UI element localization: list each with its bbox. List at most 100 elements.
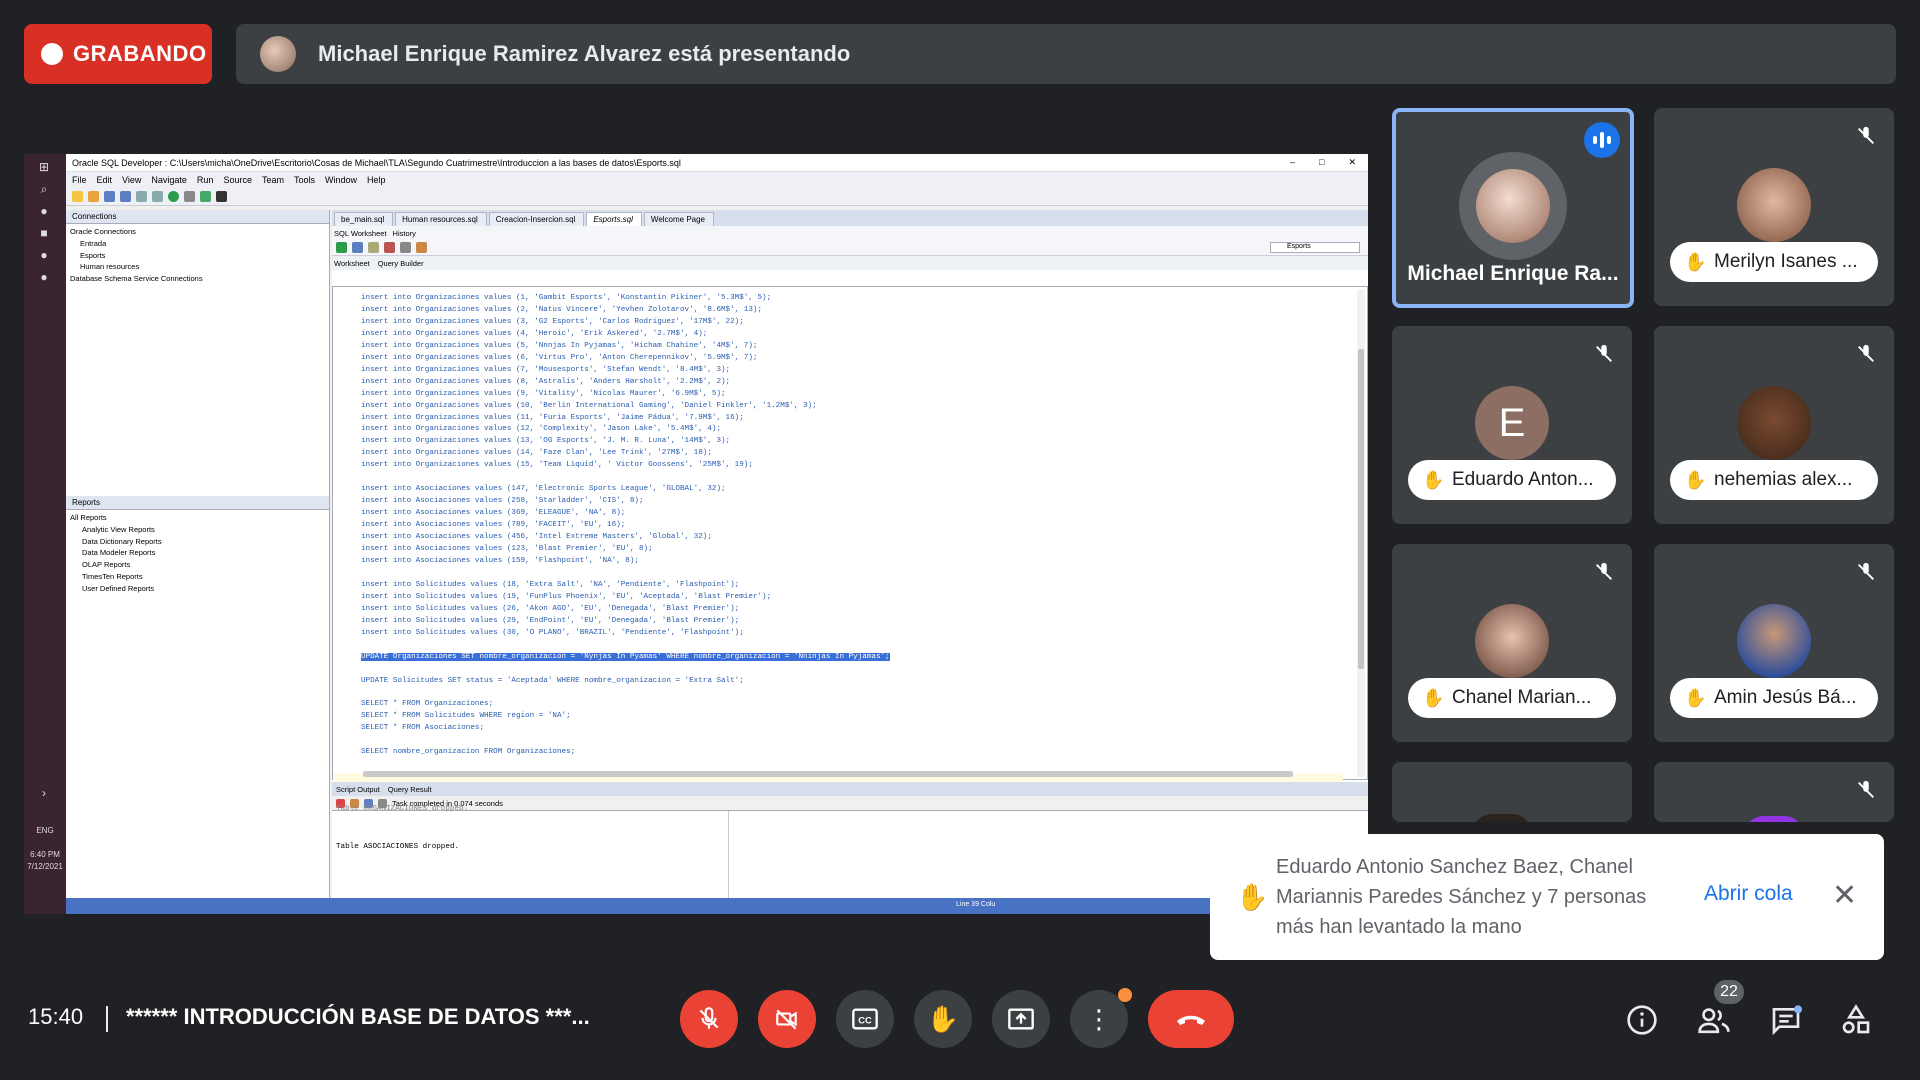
participant-tile[interactable]: ✋ nehemias alex... <box>1654 326 1894 524</box>
discord-icon: ● <box>40 248 48 262</box>
activities-button[interactable] <box>1836 1000 1876 1040</box>
subtab-history: History <box>392 228 416 238</box>
meeting-title[interactable]: ****** INTRODUCCIÓN BASE DE DATOS ***... <box>126 1004 626 1030</box>
menu-view: View <box>122 175 142 185</box>
output-line: Table ORGANIZACIONES dropped. <box>336 805 469 813</box>
doc-tab-active: Esports.sql <box>586 212 642 226</box>
tree-item: Analytic View Reports <box>82 524 155 534</box>
app-icon: ■ <box>40 226 48 240</box>
code-line: insert into Organizaciones values (3, 'G… <box>361 317 744 326</box>
mic-off-icon <box>1852 340 1880 368</box>
code-line: UPDATE Solicitudes SET status = 'Aceptad… <box>361 676 744 685</box>
avatar <box>1737 604 1811 678</box>
code-line: UPDATE Organizaciones SET nombre_organiz… <box>361 652 890 661</box>
avatar <box>1737 168 1811 242</box>
run-icon <box>200 191 211 202</box>
more-options-button[interactable]: ⋮ <box>1070 988 1132 1048</box>
output-tabs: Script Output Query Result <box>332 782 1368 796</box>
info-icon <box>1627 1005 1657 1035</box>
participant-name-pill: ✋ Amin Jesús Bá... <box>1670 678 1878 718</box>
ide-status-bar: Line 39 Colu <box>66 898 1368 914</box>
tab-worksheet: Worksheet <box>334 258 370 268</box>
editor-area: be_main.sql Human resources.sql Creacion… <box>332 210 1368 914</box>
output-line: Table ASOCIACIONES dropped. <box>336 843 460 851</box>
presenter-text: Michael Enrique Ramirez Alvarez está pre… <box>318 41 851 66</box>
raised-hand-icon: ✋ <box>1422 687 1445 708</box>
document-tabs: be_main.sql Human resources.sql Creacion… <box>332 210 1368 226</box>
ide-toolbar <box>66 188 1368 206</box>
sql-editor: insert into Organizaciones values (1, 'G… <box>332 286 1368 785</box>
menu-tools: Tools <box>293 175 315 185</box>
eraser-icon <box>416 242 427 253</box>
browser-icon: ● <box>40 204 48 218</box>
code-line: insert into Solicitudes values (30, 'O P… <box>361 628 744 637</box>
explain-icon <box>400 242 411 253</box>
notification-dot <box>1118 988 1132 1002</box>
code-line: insert into Organizaciones values (14, '… <box>361 449 712 458</box>
gear-icon <box>184 191 195 202</box>
people-icon <box>1698 1008 1730 1034</box>
clock-date: 7/12/2021 <box>27 862 63 871</box>
tree-item: All Reports <box>70 513 107 522</box>
captions-button[interactable]: CC <box>836 990 894 1048</box>
commit-icon <box>368 242 379 253</box>
code-line: insert into Organizaciones values (8, 'A… <box>361 377 731 386</box>
tree-item: Entrada <box>80 238 107 248</box>
participant-tile[interactable]: ✋ Amin Jesús Bá... <box>1654 544 1894 742</box>
participant-tile[interactable] <box>1392 762 1632 822</box>
participant-tile[interactable]: ✋ Merilyn Isanes ... <box>1654 108 1894 306</box>
camera-off-icon <box>776 1009 797 1030</box>
maximize-icon: □ <box>1319 157 1325 167</box>
menu-window: Window <box>325 175 358 185</box>
raised-hand-icon: ✋ <box>1684 687 1707 708</box>
leave-call-button[interactable] <box>1148 990 1234 1048</box>
code-line: insert into Organizaciones values (11, '… <box>361 413 744 422</box>
activities-icon <box>1842 1004 1870 1034</box>
ide-menu-bar: File Edit View Navigate Run Source Team … <box>66 172 1368 188</box>
open-queue-button[interactable]: Abrir cola <box>1704 882 1793 906</box>
avatar-initial: E <box>1475 386 1549 460</box>
worksheet-tabs: Worksheet Query Builder <box>332 256 1368 270</box>
code-line: insert into Solicitudes values (26, 'Ako… <box>361 604 740 613</box>
connections-panel: Connections Oracle Connections Entrada E… <box>66 210 330 914</box>
hand-icon: ✋ <box>926 1003 960 1034</box>
connections-tree: Oracle Connections Entrada Esports Human… <box>66 224 329 287</box>
worksheet-subtabs: SQL Worksheet History <box>332 226 1368 240</box>
code-line: insert into Asociaciones values (123, 'B… <box>361 545 653 554</box>
menu-source: Source <box>223 175 252 185</box>
clock-time: 6:40 PM <box>30 850 60 859</box>
output-toolbar: Task completed in 0.074 seconds <box>332 796 1368 810</box>
present-screen-button[interactable] <box>992 990 1050 1048</box>
cursor-position: Line 39 Colu <box>956 901 996 908</box>
meeting-details-button[interactable] <box>1622 1000 1662 1040</box>
raised-hand-icon: ✋ <box>1684 469 1707 490</box>
tree-item: User Defined Reports <box>82 583 155 593</box>
ide-title-bar: Oracle SQL Developer : C:\Users\micha\On… <box>66 154 1368 172</box>
doc-tab: be_main.sql <box>334 212 394 226</box>
code-line: SELECT * FROM Asociaciones; <box>361 724 485 733</box>
close-icon[interactable]: ✕ <box>1832 878 1857 913</box>
mic-toggle-button[interactable] <box>680 990 738 1048</box>
participant-tile[interactable] <box>1654 762 1894 822</box>
code-line: insert into Asociaciones values (258, 'S… <box>361 497 644 506</box>
participant-tile[interactable]: E ✋ Eduardo Anton... <box>1392 326 1632 524</box>
avatar <box>1737 386 1811 460</box>
participant-tile[interactable]: ✋ Chanel Marian... <box>1392 544 1632 742</box>
chat-button[interactable] <box>1766 1000 1806 1040</box>
menu-edit: Edit <box>96 175 113 185</box>
code-line: insert into Asociaciones values (456, 'I… <box>361 533 712 542</box>
participant-tile-presenter[interactable]: Michael Enrique Ra... <box>1392 108 1634 308</box>
camera-toggle-button[interactable] <box>758 990 816 1048</box>
participant-name-pill: ✋ Chanel Marian... <box>1408 678 1616 718</box>
raise-hand-button[interactable]: ✋ <box>914 990 972 1048</box>
people-button[interactable] <box>1694 1000 1734 1040</box>
new-file-icon <box>72 191 83 202</box>
code-line: insert into Asociaciones values (369, 'E… <box>361 509 626 518</box>
tree-item: Human resources <box>80 262 140 272</box>
code-line: SELECT * FROM Organizaciones; <box>361 700 494 709</box>
avatar <box>1459 152 1567 260</box>
code-line: insert into Asociaciones values (147, 'E… <box>361 485 726 494</box>
close-icon: ✕ <box>1348 157 1356 167</box>
